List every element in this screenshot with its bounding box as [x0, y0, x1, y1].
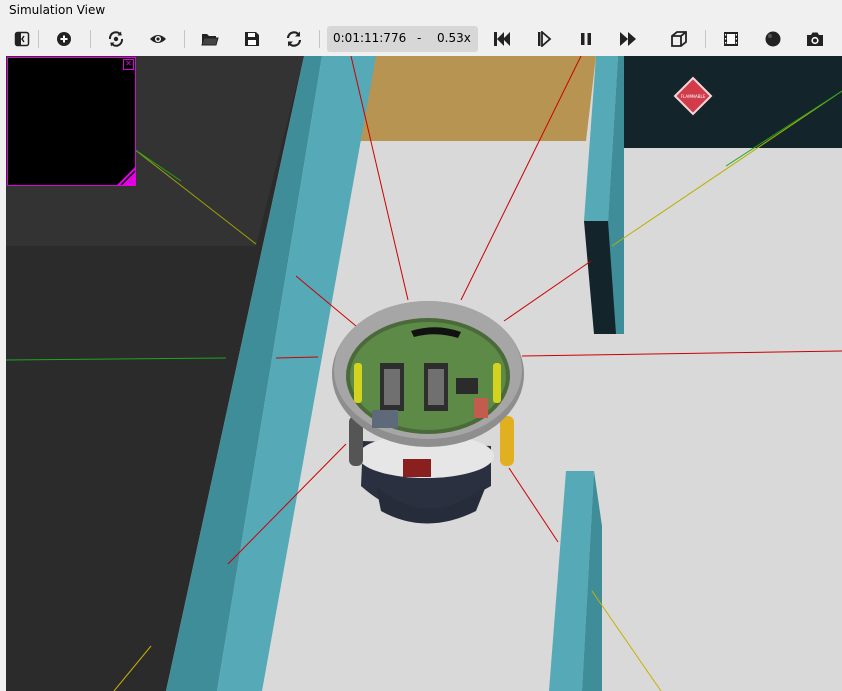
time-separator: -: [417, 31, 422, 45]
add-node-button[interactable]: [51, 26, 77, 52]
resize-handle-icon[interactable]: [117, 167, 135, 185]
reset-simulation-button[interactable]: [489, 26, 515, 52]
record-animation-icon: [765, 31, 781, 47]
close-overlay-icon[interactable]: ✕: [123, 59, 134, 70]
record-animation-button[interactable]: [760, 26, 786, 52]
add-node-icon: [57, 32, 71, 46]
3d-view-button[interactable]: [666, 26, 692, 52]
record-movie-icon: [724, 32, 738, 46]
view-options-button[interactable]: [145, 26, 171, 52]
fast-forward-icon: [620, 32, 636, 46]
scene-tree-toggle-icon: [14, 31, 30, 47]
screenshot-icon: [807, 32, 823, 46]
window-title: Simulation View: [9, 3, 106, 17]
step-icon: [538, 31, 552, 47]
reset-simulation-icon: [494, 32, 510, 46]
viewpoint-reset-button[interactable]: [103, 26, 129, 52]
open-world-button[interactable]: [197, 26, 223, 52]
3d-view-icon: [671, 31, 687, 47]
simulation-toolbar: 0:01:11:776 - 0.53x: [0, 20, 842, 56]
window-titlebar: Simulation View: [0, 0, 842, 20]
reload-world-icon: [286, 31, 302, 47]
reload-world-button[interactable]: [281, 26, 307, 52]
simulation-time-display: 0:01:11:776 - 0.53x: [327, 26, 478, 52]
fast-forward-button[interactable]: [615, 26, 641, 52]
pause-icon: [581, 33, 591, 45]
simulation-speed: 0.53x: [437, 31, 471, 45]
save-world-icon: [245, 32, 259, 46]
save-world-button[interactable]: [239, 26, 265, 52]
screenshot-button[interactable]: [802, 26, 828, 52]
record-movie-button[interactable]: [718, 26, 744, 52]
view-eye-icon: [150, 35, 166, 43]
3d-viewport[interactable]: FLAMMABLE ✕: [6, 56, 842, 691]
pause-button[interactable]: [573, 26, 599, 52]
scene-tree-toggle-button[interactable]: [9, 26, 35, 52]
camera-overlay[interactable]: ✕: [7, 57, 136, 186]
viewpoint-reset-icon: [108, 31, 124, 47]
open-world-icon: [201, 34, 219, 46]
svg-text:FLAMMABLE: FLAMMABLE: [681, 94, 706, 99]
step-button[interactable]: [531, 26, 557, 52]
simulation-time: 0:01:11:776: [333, 31, 407, 45]
